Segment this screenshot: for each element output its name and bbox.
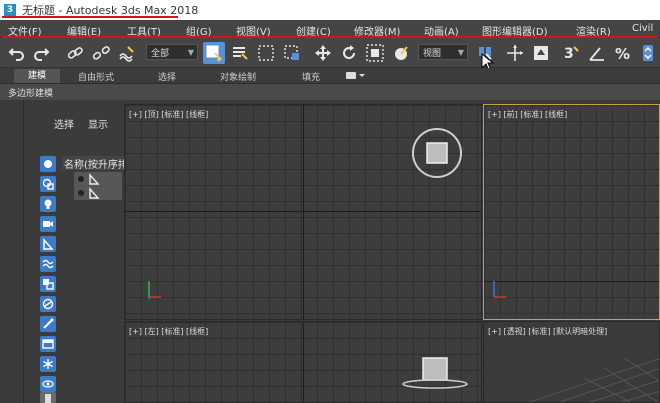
window-crossing-icon[interactable] xyxy=(281,42,303,64)
perspective-grid xyxy=(528,358,659,402)
select-object-icon[interactable] xyxy=(203,42,225,64)
ribbon-tab-object-paint[interactable]: 对象绘制 xyxy=(220,70,256,83)
list-item[interactable] xyxy=(74,172,122,186)
filter-hidden-icon[interactable] xyxy=(40,376,56,392)
select-by-name-icon[interactable] xyxy=(229,42,251,64)
selection-filter-dropdown[interactable]: 全部 ▼ xyxy=(146,44,198,60)
grid-axis xyxy=(484,281,659,282)
viewport-label-front[interactable]: [+] [前] [标准] [线框] xyxy=(488,109,567,120)
angle-snap-icon[interactable] xyxy=(586,42,608,64)
svg-text:%: % xyxy=(615,45,630,62)
scene-explorer-panel: 选择 显示 名称(按升序排 xyxy=(24,100,124,403)
filter-shapes-icon[interactable] xyxy=(40,176,56,192)
viewport-label-perspective[interactable]: [+] [透视] [标准] [默认明暗处理] xyxy=(488,326,607,337)
ribbon-options-button[interactable] xyxy=(346,71,366,81)
scene-explorer-tabs: 选择 显示 xyxy=(54,116,108,131)
menu-civil[interactable]: Civil xyxy=(632,23,653,34)
reference-coord-value: 视图 xyxy=(423,48,442,59)
object-cylinder-left xyxy=(402,357,468,389)
bind-space-warp-icon[interactable] xyxy=(116,42,138,64)
reference-coord-dropdown[interactable]: 视图 ▼ xyxy=(418,44,468,60)
filter-geometry-icon[interactable] xyxy=(40,156,56,172)
filter-cameras-icon[interactable] xyxy=(40,216,56,232)
unlink-icon[interactable] xyxy=(90,42,112,64)
percent-snap-icon[interactable]: % xyxy=(612,42,634,64)
viewport-label-top[interactable]: [+] [顶] [标准] [线框] xyxy=(129,109,208,120)
chevron-down-icon: ▼ xyxy=(187,48,194,57)
ribbon-tab-modeling[interactable]: 建模 xyxy=(14,69,61,83)
app-icon[interactable]: 3 xyxy=(4,4,16,16)
object-type-icon xyxy=(89,173,100,185)
filter-containers-icon[interactable] xyxy=(40,336,56,352)
rect-select-region-icon[interactable] xyxy=(255,42,277,64)
undo-icon[interactable] xyxy=(6,42,28,64)
scale-icon[interactable] xyxy=(364,42,386,64)
viewport-top[interactable]: [+] [顶] [标准] [线框] xyxy=(124,104,482,320)
ribbon-tab-populate[interactable]: 填充 xyxy=(302,70,320,83)
ribbon-options-icon xyxy=(346,72,365,79)
grid-axis xyxy=(303,105,304,319)
move-icon[interactable] xyxy=(312,42,334,64)
explorer-tab-display[interactable]: 显示 xyxy=(88,116,108,131)
select-manipulate-icon[interactable] xyxy=(504,42,526,64)
filter-space-warps-icon[interactable] xyxy=(40,256,56,272)
viewport-front[interactable]: [+] [前] [标准] [线框] xyxy=(483,104,660,320)
filter-xrefs-icon[interactable] xyxy=(40,296,56,312)
viewport-perspective[interactable]: [+] [透视] [标准] [默认明暗处理] xyxy=(483,321,660,403)
snap-3d-icon[interactable]: 3 xyxy=(560,42,582,64)
link-icon[interactable] xyxy=(64,42,86,64)
filter-helpers-icon[interactable] xyxy=(40,236,56,252)
filter-frozen-icon[interactable] xyxy=(40,356,56,372)
ribbon-panel: 多边形建模 xyxy=(0,84,660,100)
ribbon-sub-label[interactable]: 多边形建模 xyxy=(8,86,53,99)
ribbon-tab-bar: 建模 自由形式 选择 对象绘制 填充 xyxy=(0,68,660,84)
redo-icon[interactable] xyxy=(30,42,52,64)
list-item[interactable] xyxy=(74,186,122,200)
spinner-snap-icon[interactable] xyxy=(638,42,658,64)
chevron-down-icon: ▼ xyxy=(457,48,464,57)
ribbon-tab-freeform[interactable]: 自由形式 xyxy=(78,70,114,83)
ribbon-tab-selection[interactable]: 选择 xyxy=(158,70,176,83)
object-type-icon xyxy=(89,187,100,199)
filter-bones-icon[interactable] xyxy=(40,316,56,332)
viewport-left[interactable]: [+] [左] [标准] [线框] xyxy=(124,321,482,403)
grid-axis xyxy=(303,322,304,402)
placement-icon[interactable] xyxy=(390,42,412,64)
object-cylinder-top xyxy=(412,128,462,178)
annotation-underline-title xyxy=(2,16,178,18)
filter-groups-icon[interactable] xyxy=(40,276,56,292)
main-toolbar: 全部 ▼ 视图 ▼ 3 % xyxy=(0,38,660,72)
rotate-icon[interactable] xyxy=(338,42,360,64)
visibility-icon[interactable] xyxy=(78,176,84,182)
viewport-label-left[interactable]: [+] [左] [标准] [线框] xyxy=(129,326,208,337)
axis-tripod-icon xyxy=(493,281,506,298)
axis-tripod-icon xyxy=(148,281,161,299)
visibility-icon[interactable] xyxy=(78,190,84,196)
svg-text:3: 3 xyxy=(564,46,574,62)
filter-options-icon[interactable] xyxy=(40,392,56,403)
selection-filter-value: 全部 xyxy=(151,48,170,59)
explorer-tab-select[interactable]: 选择 xyxy=(54,116,74,131)
left-dock-strip xyxy=(0,100,24,403)
filter-lights-icon[interactable] xyxy=(40,196,56,212)
keyboard-shortcut-icon[interactable] xyxy=(530,42,552,64)
name-column-header[interactable]: 名称(按升序排 xyxy=(62,156,124,170)
grid-axis xyxy=(125,211,481,212)
